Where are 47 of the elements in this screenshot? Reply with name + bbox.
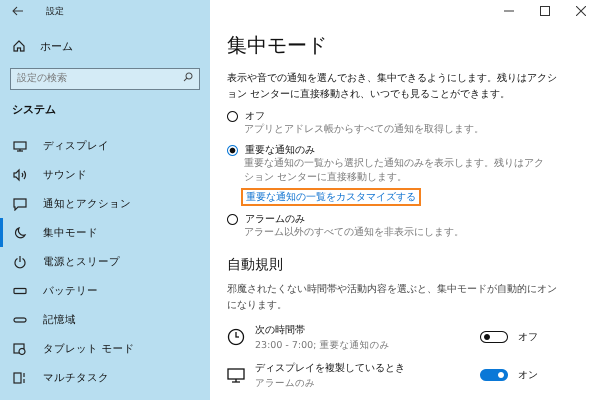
sound-icon <box>13 168 27 182</box>
sidebar-item[interactable]: マルチタスク <box>0 363 210 392</box>
sidebar-item[interactable]: タブレット モード <box>0 334 210 363</box>
radio-option[interactable]: 重要な通知のみ <box>227 143 586 157</box>
monitor-icon <box>227 366 245 384</box>
moon-icon <box>13 226 27 240</box>
sidebar-item[interactable]: ディスプレイ <box>0 131 210 160</box>
maximize-icon[interactable] <box>540 6 550 16</box>
home-icon <box>12 39 26 53</box>
home-link[interactable]: ホーム <box>10 36 200 56</box>
sidebar-item[interactable]: サウンド <box>0 160 210 189</box>
toggle-state: オン <box>518 369 538 382</box>
toggle-switch[interactable] <box>480 331 508 343</box>
clock-icon <box>227 328 245 346</box>
radio-button[interactable] <box>227 214 238 224</box>
rule-detail: アラームのみ <box>255 376 316 390</box>
section-heading: システム <box>12 102 57 117</box>
radio-button[interactable] <box>227 110 238 122</box>
rule-name: 次の時間帯 <box>255 324 306 336</box>
option-description: アプリとアドレス帳からすべての通知を取得します。 <box>244 123 485 137</box>
radio-button[interactable] <box>227 144 238 156</box>
section-heading: 自動規則 <box>227 256 284 274</box>
rule-name: ディスプレイを複製しているとき <box>255 362 406 374</box>
customize-link[interactable]: 重要な通知の一覧をカスタマイズする <box>241 188 421 206</box>
radio-option[interactable]: アラームのみ <box>227 212 586 226</box>
power-icon <box>13 254 27 268</box>
radio-option[interactable]: オフ <box>227 109 586 123</box>
toggle-state: オフ <box>518 331 538 344</box>
back-arrow-icon[interactable] <box>12 6 24 16</box>
rule-detail: 23:00 - 7:00; 重要な通知のみ <box>255 338 390 352</box>
search-field[interactable]: 設定の検索 <box>10 68 200 90</box>
page-description: 表示や音での通知を選んでおき、集中できるようにします。残りはアクション センターに直接移動され、いつでも見ることができます。 <box>227 72 557 102</box>
display-icon <box>13 138 27 152</box>
sidebar-item[interactable]: 電源とスリープ <box>0 247 210 276</box>
option-description: アラーム以外のすべての通知を非表示にします。 <box>244 226 465 240</box>
window-title: 設定 <box>46 6 64 18</box>
option-description: 重要な通知の一覧から選択した通知のみを表示します。残りはアクション センターに直接移動します。 <box>244 157 544 185</box>
tablet-icon <box>13 342 27 356</box>
rules-description: 邪魔されたくない時間帯や活動内容を選ぶと、集中モードが自動的にオンになります。 <box>227 282 557 313</box>
page-title: 集中モード <box>227 32 328 59</box>
close-icon[interactable] <box>576 6 586 16</box>
sidebar-item[interactable]: バッテリー <box>0 276 210 305</box>
notify-icon <box>13 196 27 210</box>
sidebar-item[interactable]: 記憶域 <box>0 305 210 334</box>
sidebar-item[interactable]: 通知とアクション <box>0 189 210 218</box>
toggle-switch[interactable] <box>480 369 508 381</box>
search-icon <box>183 72 193 82</box>
